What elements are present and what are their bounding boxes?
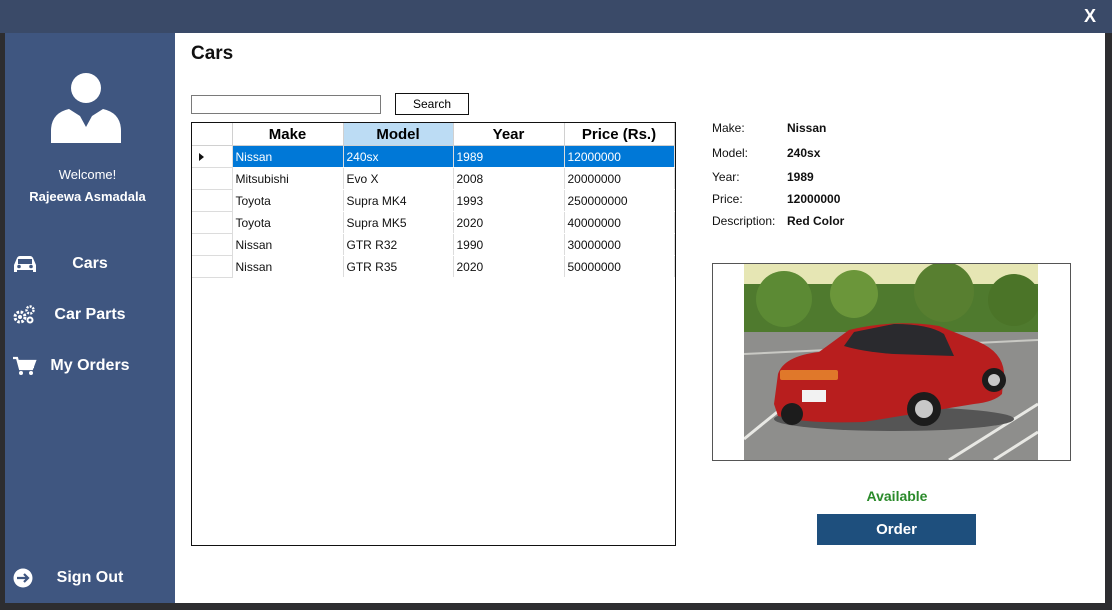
sidebar-item-cars[interactable]: Cars — [5, 247, 175, 281]
cars-table[interactable]: Make Model Year Price (Rs.) Nissan 240sx… — [191, 122, 676, 546]
cell-model[interactable]: 240sx — [343, 145, 454, 168]
description-value: Red Color — [787, 214, 845, 228]
sidebar-item-label: My Orders — [50, 357, 130, 374]
cell-price[interactable]: 40000000 — [564, 211, 675, 234]
main-content: Cars Search Make Model Year Price (Rs.) … — [175, 33, 1105, 603]
cell-model[interactable]: Evo X — [343, 167, 454, 190]
sidebar-item-car-parts[interactable]: Car Parts — [5, 298, 175, 332]
cell-make[interactable]: Nissan — [232, 145, 344, 168]
column-header-price[interactable]: Price (Rs.) — [564, 123, 675, 146]
car-photo — [744, 264, 1038, 460]
price-label: Price: — [712, 192, 743, 206]
table-row[interactable]: Nissan 240sx 1989 12000000 — [192, 145, 675, 168]
availability-status: Available — [866, 488, 928, 504]
make-label: Make: — [712, 121, 745, 135]
price-value: 12000000 — [787, 192, 841, 206]
cell-price[interactable]: 250000000 — [564, 189, 675, 212]
table-row[interactable]: Nissan GTR R35 2020 50000000 — [192, 255, 675, 278]
cell-make[interactable]: Toyota — [232, 211, 344, 234]
cell-price[interactable]: 50000000 — [564, 255, 675, 278]
cell-year[interactable]: 1989 — [453, 145, 565, 168]
row-header[interactable] — [192, 211, 233, 234]
cell-model[interactable]: GTR R32 — [343, 233, 454, 256]
car-image-frame — [712, 263, 1071, 461]
row-header-corner — [192, 123, 233, 146]
make-value: Nissan — [787, 121, 827, 135]
cell-price[interactable]: 12000000 — [564, 145, 675, 168]
table-row[interactable]: Mitsubishi Evo X 2008 20000000 — [192, 167, 675, 190]
sidebar: Welcome! Rajeewa Asmadala Cars Car Parts… — [5, 33, 175, 603]
cell-make[interactable]: Toyota — [232, 189, 344, 212]
table-row[interactable]: Nissan GTR R32 1990 30000000 — [192, 233, 675, 256]
cell-make[interactable]: Mitsubishi — [232, 167, 344, 190]
cell-make[interactable]: Nissan — [232, 255, 344, 278]
table-row[interactable]: Toyota Supra MK5 2020 40000000 — [192, 211, 675, 234]
page-title: Cars — [191, 43, 234, 64]
welcome-text: Welcome! — [58, 167, 117, 182]
cell-year[interactable]: 2008 — [453, 167, 565, 190]
sign-out-button[interactable]: Sign Out — [5, 561, 175, 595]
close-button[interactable]: X — [1084, 6, 1096, 27]
cell-model[interactable]: Supra MK4 — [343, 189, 454, 212]
year-label: Year: — [712, 170, 740, 184]
description-label: Description: — [712, 214, 776, 228]
cell-year[interactable]: 1990 — [453, 233, 565, 256]
cell-price[interactable]: 20000000 — [564, 167, 675, 190]
bottom-edge — [0, 603, 1112, 610]
row-header[interactable] — [192, 145, 233, 168]
order-button[interactable]: Order — [817, 514, 976, 545]
user-avatar-icon — [51, 73, 121, 143]
column-header-make[interactable]: Make — [232, 123, 344, 146]
cell-year[interactable]: 2020 — [453, 211, 565, 234]
title-bar: X — [0, 0, 1112, 33]
row-header[interactable] — [192, 255, 233, 278]
username-text: Rajeewa Asmadala — [29, 189, 146, 204]
year-value: 1989 — [787, 170, 814, 184]
current-row-arrow-icon — [199, 152, 204, 161]
search-button[interactable]: Search — [395, 93, 469, 115]
column-header-model[interactable]: Model — [343, 123, 454, 146]
sidebar-item-my-orders[interactable]: My Orders — [5, 349, 175, 383]
model-value: 240sx — [787, 146, 821, 160]
sign-out-label: Sign Out — [56, 569, 124, 586]
cell-year[interactable]: 2020 — [453, 255, 565, 278]
cell-make[interactable]: Nissan — [232, 233, 344, 256]
row-header[interactable] — [192, 233, 233, 256]
model-label: Model: — [712, 146, 749, 160]
cell-model[interactable]: Supra MK5 — [343, 211, 454, 234]
row-header[interactable] — [192, 189, 233, 212]
column-header-year[interactable]: Year — [453, 123, 565, 146]
cell-price[interactable]: 30000000 — [564, 233, 675, 256]
table-row[interactable]: Toyota Supra MK4 1993 250000000 — [192, 189, 675, 212]
sidebar-item-label: Car Parts — [54, 306, 126, 323]
sidebar-item-label: Cars — [72, 255, 108, 272]
search-input[interactable] — [191, 95, 381, 114]
cell-model[interactable]: GTR R35 — [343, 255, 454, 278]
row-header[interactable] — [192, 167, 233, 190]
cell-year[interactable]: 1993 — [453, 189, 565, 212]
